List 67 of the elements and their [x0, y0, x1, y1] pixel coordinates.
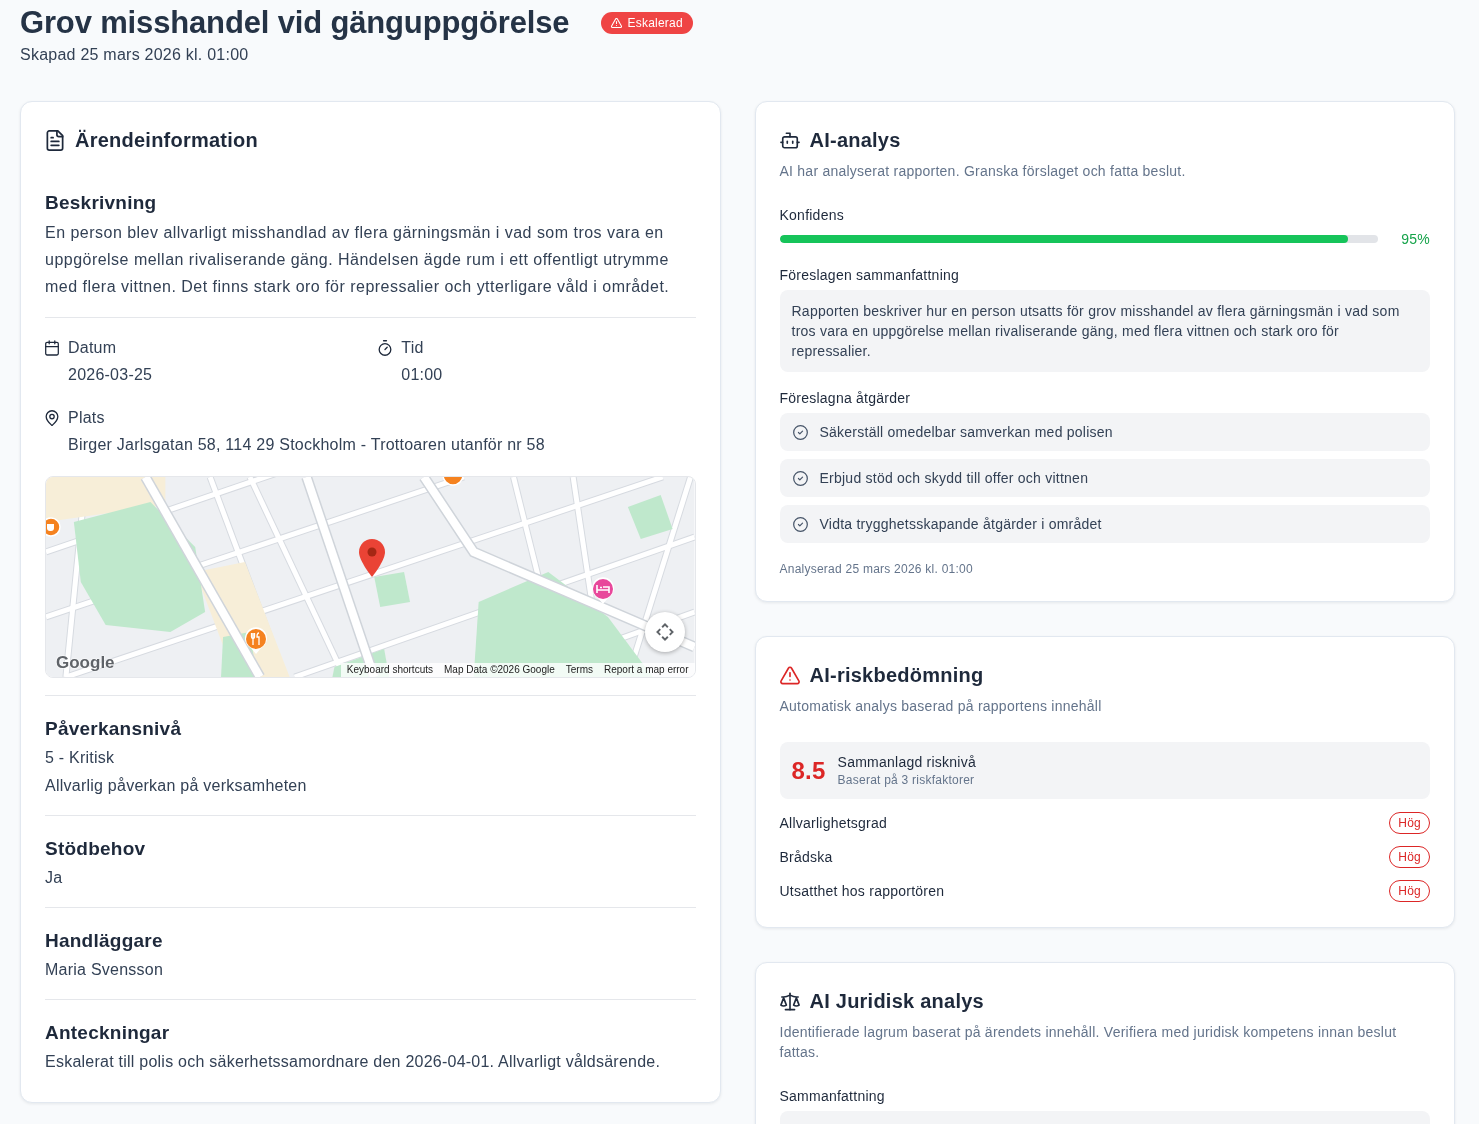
section-value: Allvarlig påverkan på verksamheten [45, 776, 308, 796]
detail-label: Plats [68, 408, 105, 428]
check-circle-icon [792, 424, 808, 440]
factor-label: Brådska [779, 848, 833, 867]
cafe-marker-icon [46, 517, 62, 539]
card-title: AI-riskbedömning [809, 663, 984, 688]
expand-arrows-icon [655, 623, 674, 641]
section-value: 5 - Kritisk [45, 748, 116, 768]
factor-label: Utsatthet hos rapportören [779, 882, 945, 901]
card-subtitle: AI har analyserat rapporten. Granska förslaget och fatta beslut. [779, 162, 1187, 181]
analyzed-timestamp: Analyserad 25 mars 2026 kl. 01:00 [779, 561, 974, 577]
check-circle-icon [792, 516, 808, 532]
field-label: Sammanfattning [779, 1087, 886, 1106]
score-label: Sammanlagd risknivå [837, 753, 976, 772]
location-pin-icon [359, 539, 385, 577]
score-note: Baserat på 3 riskfaktorer [837, 772, 976, 788]
section-heading: Beskrivning [45, 191, 158, 215]
hotel-marker-icon [591, 577, 615, 605]
section-heading: Handläggare [45, 929, 164, 953]
warning-icon [779, 664, 800, 686]
stopwatch-icon [378, 340, 393, 356]
calendar-icon [45, 340, 59, 356]
created-date: Skapad 25 mars 2026 kl. 01:00 [20, 45, 250, 65]
confidence-reading: 95% [1400, 230, 1430, 249]
card-title: AI-analys [809, 128, 901, 153]
check-circle-icon [792, 470, 808, 486]
card-title: AI Juridisk analys [809, 989, 984, 1014]
action-text: Säkerställ omedelbar samverkan med polisen [819, 423, 1113, 442]
map-pin-icon [45, 410, 59, 426]
detail-label: Tid [401, 338, 424, 358]
card-subtitle: Automatisk analys baserad på rapportens innehåll [779, 697, 1103, 716]
section-heading: Anteckningar [45, 1021, 171, 1045]
park-area [374, 572, 411, 607]
detail-value: 2026-03-25 [67, 365, 154, 385]
section-value: Ja [45, 868, 64, 888]
robot-icon [779, 129, 800, 151]
section-heading: Stödbehov [45, 837, 147, 861]
action-text: Vidta trygghetsskapande åtgärder i området [819, 515, 1102, 534]
page-title: Grov misshandel vid gänguppgörelse [20, 5, 570, 41]
map-logo: Google [56, 653, 115, 673]
warning-icon [611, 18, 623, 28]
detail-value: Birger Jarlsgatan 58, 114 29 Stockholm - Trottoaren utanför nr 58 [67, 435, 546, 455]
field-label: Föreslagen sammanfattning [779, 266, 961, 285]
description-text: En person blev allvarligt misshandlad av flera gärningsmän i vad som tros vara en uppgörelse mellan rivaliserande gäng. Händelsen ägde rum i ett offentligt utrymme med flera vittnen. Det finns stark oro för repressalier och ytterligare våld i området. [45, 223, 671, 297]
action-text: Erbjud stöd och skydd till offer och vittnen [819, 469, 1089, 488]
section-value: Eskalerat till polis och säkerhetssamordnare den 2026-04-01. Allvarligt våldsärende. [45, 1052, 662, 1072]
restaurant-marker-icon [442, 477, 464, 486]
document-icon [45, 129, 65, 151]
attribution-link[interactable]: Map Data ©2026 Google [444, 664, 555, 676]
field-label: Föreslagna åtgärder [779, 389, 912, 408]
section-value: Maria Svensson [45, 960, 165, 980]
card-subtitle: Identifierade lagrum baserat på ärendets innehåll. Verifiera med juridisk kompetens innan beslut fattas. [779, 1023, 1398, 1062]
scale-icon [779, 990, 800, 1012]
detail-value: 01:00 [400, 365, 444, 385]
attribution-link[interactable]: Report a map error [604, 664, 689, 676]
section-heading: Påverkansnivå [45, 717, 183, 741]
attribution-link[interactable]: Terms [565, 664, 593, 676]
factor-label: Allvarlighetsgrad [779, 814, 888, 833]
risk-score: 8.5 [791, 756, 826, 785]
park-area [627, 495, 673, 539]
restaurant-marker-icon [244, 627, 268, 655]
status-label: Eskalerad [627, 16, 683, 30]
attribution-link[interactable]: Keyboard shortcuts [346, 664, 433, 676]
summary-text: Rapporten beskriver hur en person utsatts för grov misshandel av flera gärningsmän i vad som tros vara en uppgörelse mellan rivaliserande gäng, med flera vittnen och stark oro för repressalier. [779, 290, 1430, 372]
card-title: Ärendeinformation [75, 128, 258, 153]
detail-label: Datum [68, 338, 117, 358]
field-label: Konfidens [779, 206, 845, 225]
